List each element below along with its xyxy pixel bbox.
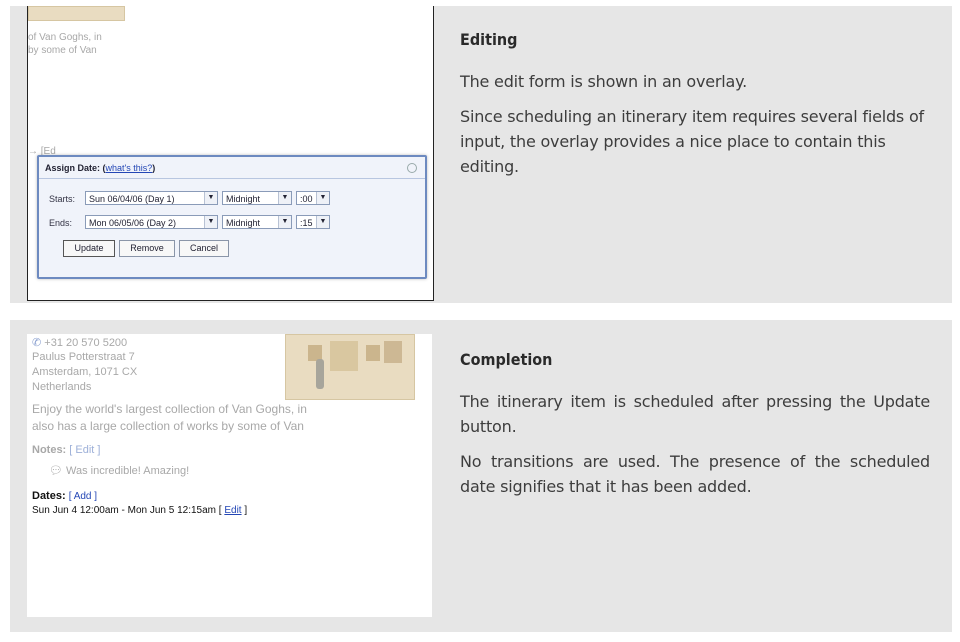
completion-description: Completion The itinerary item is schedul…: [460, 350, 930, 509]
address-line: Netherlands: [32, 381, 92, 393]
starts-label: Starts:: [49, 194, 76, 204]
start-date-select[interactable]: Sun 06/04/06 (Day 1) ▼: [85, 191, 218, 205]
start-time-value: Midnight: [226, 194, 261, 204]
note-text: Was incredible! Amazing!: [66, 465, 190, 477]
phone-icon: ✆: [32, 337, 42, 349]
address-line: Paulus Potterstraat 7: [32, 351, 135, 363]
start-time-select[interactable]: Midnight ▼: [222, 191, 292, 205]
notes-label: Notes:: [32, 444, 67, 456]
start-minute-value: :00: [300, 194, 313, 204]
remove-button[interactable]: Remove: [119, 240, 175, 257]
chevron-down-icon: ▼: [316, 192, 329, 204]
chevron-down-icon: ▼: [204, 192, 217, 204]
close-icon[interactable]: [407, 163, 417, 173]
section-paragraph: The edit form is shown in an overlay.: [460, 72, 747, 91]
dates-edit-link[interactable]: Edit: [224, 505, 241, 516]
speech-bubble-icon: 💬︎: [49, 465, 63, 477]
end-minute-select[interactable]: :15 ▼: [296, 215, 330, 229]
end-time-select[interactable]: Midnight ▼: [222, 215, 292, 229]
section-paragraph: No transitions are used. The presence of…: [460, 452, 930, 496]
start-minute-select[interactable]: :00 ▼: [296, 191, 330, 205]
section-heading: Editing: [460, 30, 518, 49]
completion-screenshot: ✆ +31 20 570 5200 Paulus Potterstraat 7 …: [27, 334, 432, 617]
chevron-down-icon: ▼: [278, 192, 291, 204]
chevron-down-icon: ▼: [316, 216, 329, 228]
end-date-value: Mon 06/05/06 (Day 2): [89, 218, 177, 228]
painting-thumbnail: [285, 334, 415, 400]
editing-panel: of Van Goghs, in by some of Van → [Ed As…: [10, 6, 952, 303]
ends-label: Ends:: [49, 218, 73, 228]
update-button[interactable]: Update: [63, 240, 115, 257]
painting-thumbnail: [28, 6, 125, 21]
assign-date-overlay: Assign Date: (what's this?) Starts: Sun …: [37, 155, 427, 279]
scheduled-date: Sun Jun 4 12:00am - Mon Jun 5 12:15am [: [32, 505, 222, 516]
end-minute-value: :15: [300, 218, 313, 228]
overlay-title-end: ): [152, 163, 156, 173]
section-paragraph: The itinerary item is scheduled after pr…: [460, 392, 930, 436]
phone-number: +31 20 570 5200: [44, 337, 128, 349]
overlay-title: Assign Date: (: [45, 163, 106, 173]
section-heading: Completion: [460, 350, 553, 369]
bg-text: by some of Van: [28, 45, 97, 56]
description-line: Enjoy the world's largest collection of …: [32, 402, 307, 416]
bracket-end: ]: [244, 505, 248, 516]
dates-label: Dates:: [32, 490, 66, 502]
bg-text: of Van Goghs, in: [28, 32, 102, 43]
overlay-header: Assign Date: (what's this?): [39, 157, 425, 179]
chevron-down-icon: ▼: [204, 216, 217, 228]
section-paragraph: Since scheduling an itinerary item requi…: [460, 107, 924, 176]
completion-panel: ✆ +31 20 570 5200 Paulus Potterstraat 7 …: [10, 320, 952, 632]
dates-add-link[interactable]: [ Add ]: [69, 491, 97, 502]
end-time-value: Midnight: [226, 218, 261, 228]
editing-description: Editing The edit form is shown in an ove…: [460, 30, 930, 189]
editing-screenshot: of Van Goghs, in by some of Van → [Ed As…: [27, 6, 434, 301]
end-date-select[interactable]: Mon 06/05/06 (Day 2) ▼: [85, 215, 218, 229]
cancel-button[interactable]: Cancel: [179, 240, 229, 257]
whats-this-link[interactable]: what's this?: [106, 163, 153, 173]
start-date-value: Sun 06/04/06 (Day 1): [89, 194, 175, 204]
notes-edit-link[interactable]: [ Edit ]: [69, 444, 100, 456]
address-line: Amsterdam, 1071 CX: [32, 366, 138, 378]
chevron-down-icon: ▼: [278, 216, 291, 228]
description-line: also has a large collection of works by …: [32, 419, 304, 433]
